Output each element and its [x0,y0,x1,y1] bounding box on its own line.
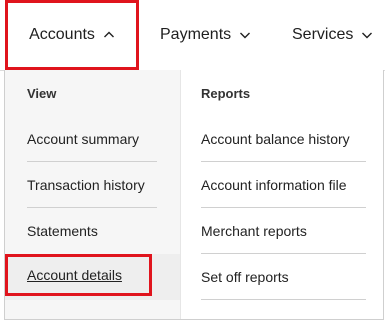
menu-item-account-details[interactable]: Account details [5,254,180,300]
view-column: View Account summary Transaction history… [5,70,180,319]
menu-item-label: Merchant reports [201,223,307,239]
menu-item-set-off-reports[interactable]: Set off reports [181,254,383,300]
top-navigation: Accounts Payments Services [0,0,385,71]
nav-accounts-label: Accounts [29,26,95,43]
menu-item-account-information-file[interactable]: Account information file [181,162,383,208]
menu-item-statements[interactable]: Statements [5,208,180,254]
reports-heading: Reports [201,86,251,101]
accounts-dropdown-menu: View Account summary Transaction history… [4,70,384,320]
menu-item-account-balance-history[interactable]: Account balance history [181,116,383,162]
divider [201,299,366,300]
menu-item-label: Account information file [201,177,347,193]
menu-item-label: Transaction history [27,177,145,193]
menu-item-label: Account summary [27,131,140,147]
menu-item-account-summary[interactable]: Account summary [5,116,180,162]
chevron-up-icon [103,31,114,38]
reports-column: Reports Account balance history Account … [181,70,383,319]
menu-item-label: Set off reports [201,269,289,285]
menu-item-transaction-history[interactable]: Transaction history [5,162,180,208]
nav-accounts[interactable]: Accounts [5,0,139,70]
reports-list: Account balance history Account informat… [181,116,383,300]
menu-item-label: Account details [27,267,122,283]
view-list: Account summary Transaction history Stat… [5,116,180,300]
nav-services[interactable]: Services [292,0,373,70]
chevron-down-icon [362,32,373,39]
menu-item-label: Statements [27,223,98,239]
chevron-down-icon [240,32,251,39]
nav-services-label: Services [292,26,354,43]
account-details-highlight: Account details [5,254,152,296]
nav-payments[interactable]: Payments [160,0,251,70]
nav-payments-label: Payments [160,26,232,43]
menu-item-merchant-reports[interactable]: Merchant reports [181,208,383,254]
menu-item-label: Account balance history [201,131,350,147]
view-heading: View [27,86,57,101]
